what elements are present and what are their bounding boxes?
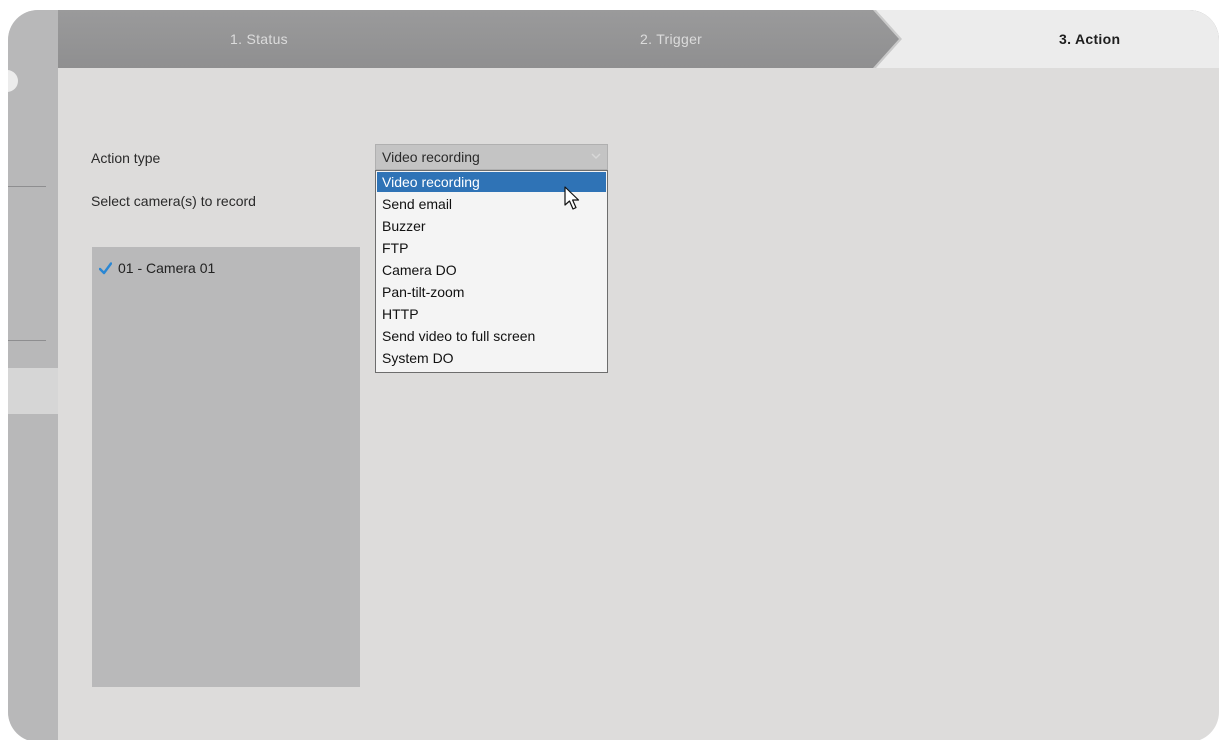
sidebar-selected-item[interactable]: [8, 368, 58, 414]
chevron-down-icon: [591, 153, 601, 159]
step-trigger-tab[interactable]: 2. Trigger: [640, 31, 702, 47]
sidebar-notch: [8, 70, 18, 92]
option-buzzer[interactable]: Buzzer: [377, 216, 606, 236]
option-http[interactable]: HTTP: [377, 304, 606, 324]
action-type-select[interactable]: Video recording: [375, 144, 608, 170]
action-type-select-value: Video recording: [382, 149, 480, 165]
option-pan-tilt-zoom[interactable]: Pan-tilt-zoom: [377, 282, 606, 302]
sidebar-divider: [8, 186, 46, 187]
select-cameras-label: Select camera(s) to record: [91, 193, 256, 209]
mouse-cursor-icon: [564, 186, 580, 210]
active-step-band: [876, 10, 1219, 68]
sidebar-divider: [8, 340, 46, 341]
step-wizard-header: 1. Status 2. Trigger 3. Action: [58, 10, 1219, 68]
camera-list-item[interactable]: 01 - Camera 01: [99, 260, 215, 276]
option-system-do[interactable]: System DO: [377, 348, 606, 368]
nvr-window: 1. Status 2. Trigger 3. Action Action ty…: [8, 10, 1219, 740]
left-sidebar: [8, 10, 58, 740]
option-send-video-full-screen[interactable]: Send video to full screen: [377, 326, 606, 346]
camera-list[interactable]: 01 - Camera 01: [92, 247, 360, 687]
step-action-tab[interactable]: 3. Action: [1059, 31, 1120, 47]
step-status-tab[interactable]: 1. Status: [230, 31, 288, 47]
action-type-label: Action type: [91, 150, 161, 166]
checkmark-icon: [99, 261, 112, 274]
option-camera-do[interactable]: Camera DO: [377, 260, 606, 280]
option-ftp[interactable]: FTP: [377, 238, 606, 258]
camera-name: 01 - Camera 01: [118, 260, 216, 276]
